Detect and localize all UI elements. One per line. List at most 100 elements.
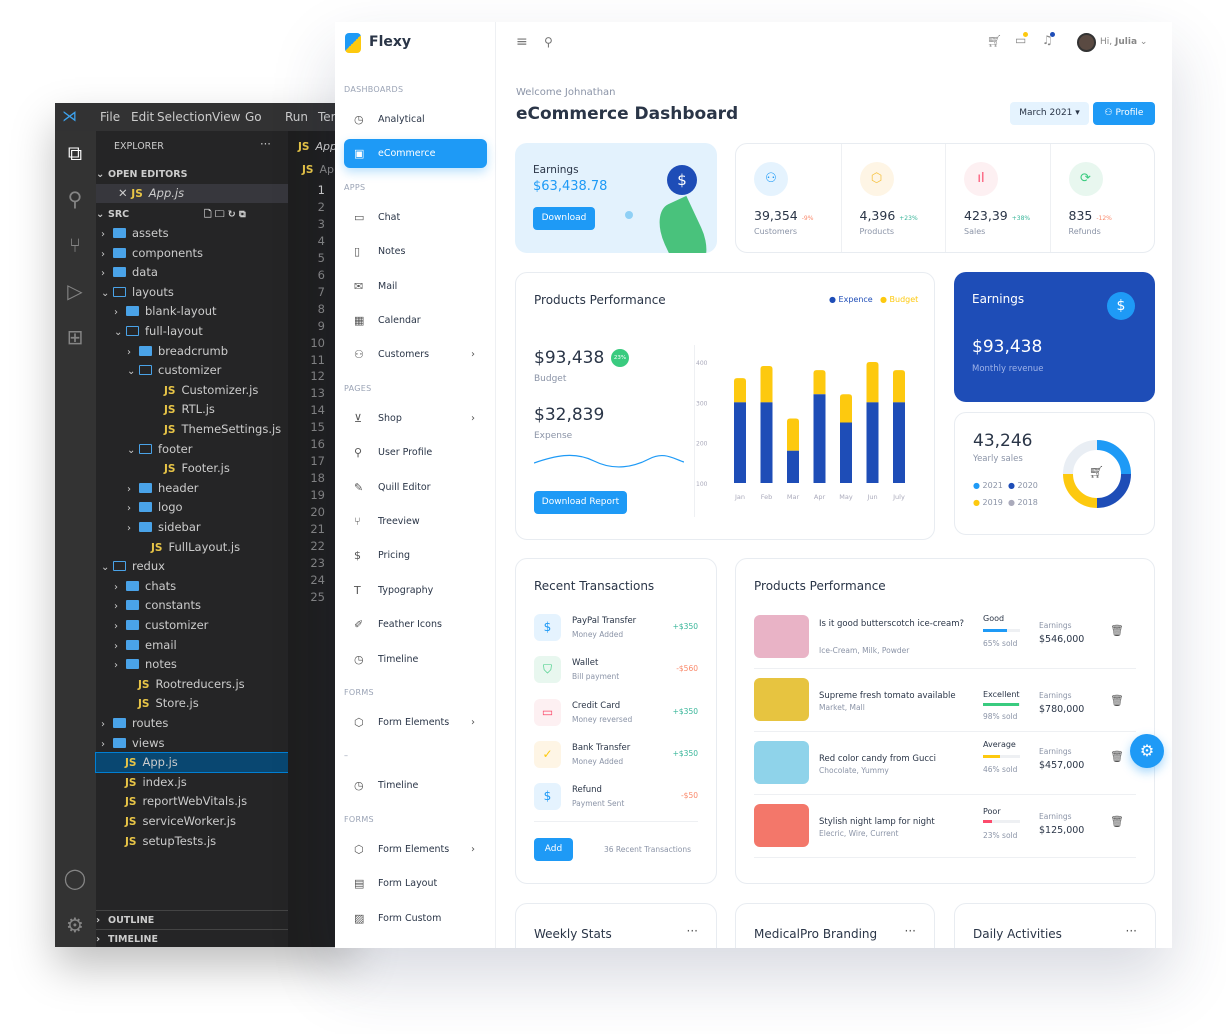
sidebar-item-quill-editor[interactable]: ✎ Quill Editor bbox=[344, 473, 487, 502]
transaction-item[interactable]: ✓ Bank Transfer Money Added +$350 bbox=[534, 740, 698, 771]
more-options-icon[interactable]: ··· bbox=[687, 924, 698, 938]
menu-toggle-icon[interactable]: ≡ bbox=[516, 34, 528, 50]
menu-file[interactable]: File bbox=[100, 110, 120, 124]
sidebar-item-timeline[interactable]: ◷ Timeline bbox=[344, 771, 487, 800]
tree-folder[interactable]: ⌄ layouts bbox=[96, 283, 288, 302]
avatar[interactable] bbox=[1077, 33, 1096, 52]
tree-folder[interactable]: ⌄ footer bbox=[96, 440, 288, 459]
sidebar-item-pricing[interactable]: $ Pricing bbox=[344, 541, 487, 570]
sidebar-item-form-elements[interactable]: ⬡ Form Elements › bbox=[344, 708, 487, 737]
search-icon[interactable]: ⚲ bbox=[63, 187, 87, 211]
sidebar-item-form-custom[interactable]: ▨ Form Custom bbox=[344, 904, 487, 933]
search-icon[interactable]: ⚲ bbox=[544, 35, 553, 49]
tree-folder[interactable]: ⌄ redux bbox=[96, 557, 288, 576]
add-button[interactable]: Add bbox=[534, 838, 573, 861]
tree-folder[interactable]: › logo bbox=[96, 498, 288, 517]
menu-selection[interactable]: Selection bbox=[157, 110, 212, 124]
delete-trash-icon[interactable]: 🗑︎ bbox=[1110, 694, 1124, 707]
month-select[interactable]: March 2021 ▾ bbox=[1010, 102, 1089, 125]
sidebar-item-chat[interactable]: ▭ Chat bbox=[344, 203, 487, 232]
sidebar-item-calendar[interactable]: ▦ Calendar bbox=[344, 306, 487, 335]
tree-file[interactable]: JS setupTests.js bbox=[96, 832, 288, 851]
cart-icon[interactable]: 🛒︎ bbox=[987, 34, 1002, 48]
tree-file[interactable]: JS Rootreducers.js bbox=[96, 675, 288, 694]
message-icon[interactable]: ▭ bbox=[1015, 32, 1028, 47]
tree-file[interactable]: JS FullLayout.js bbox=[96, 538, 288, 557]
tree-file[interactable]: JS serviceWorker.js bbox=[96, 812, 288, 831]
sidebar-item-timeline[interactable]: ◷ Timeline bbox=[344, 645, 487, 674]
open-editors-header[interactable]: ⌄ OPEN EDITORS bbox=[96, 165, 288, 184]
extensions-icon[interactable]: ⊞ bbox=[63, 325, 87, 349]
menu-edit[interactable]: Edit bbox=[131, 110, 154, 124]
more-options-icon[interactable]: ··· bbox=[1126, 924, 1137, 938]
tree-folder[interactable]: › assets bbox=[96, 224, 288, 243]
close-icon[interactable]: ✕ bbox=[118, 186, 131, 200]
download-button[interactable]: Download bbox=[533, 207, 595, 230]
tree-file[interactable]: JS index.js bbox=[96, 773, 288, 792]
tree-folder[interactable]: › customizer bbox=[96, 616, 288, 635]
sidebar-item-user-profile[interactable]: ⚲ User Profile bbox=[344, 438, 487, 467]
src-header[interactable]: ⌄ SRC 🗋 🗀 ↻ ⧉ bbox=[96, 205, 288, 224]
sidebar-item-ecommerce[interactable]: ▣ eCommerce bbox=[344, 139, 487, 169]
more-actions-icon[interactable]: ··· bbox=[260, 137, 271, 151]
tree-folder[interactable]: › data bbox=[96, 263, 288, 282]
sidebar-item-analytical[interactable]: ◷ Analytical bbox=[344, 105, 487, 134]
tree-folder[interactable]: › components bbox=[96, 244, 288, 263]
tree-file[interactable]: JS App.js bbox=[95, 752, 289, 774]
tree-file[interactable]: JS Footer.js bbox=[96, 459, 288, 478]
delete-trash-icon[interactable]: 🗑︎ bbox=[1110, 624, 1124, 637]
editor-tab[interactable]: JS App bbox=[298, 140, 337, 153]
menu-run[interactable]: Run bbox=[285, 110, 308, 124]
new-file-folder-refresh-collapse-icons[interactable]: 🗋 🗀 ↻ ⧉ bbox=[204, 205, 246, 224]
menu-view[interactable]: View bbox=[212, 110, 240, 124]
tree-folder[interactable]: › sidebar bbox=[96, 518, 288, 537]
delete-trash-icon[interactable]: 🗑︎ bbox=[1110, 750, 1124, 763]
menu-go[interactable]: Go bbox=[245, 110, 262, 124]
sidebar-item-feather-icons[interactable]: ✐ Feather Icons bbox=[344, 610, 487, 639]
tree-folder[interactable]: › breadcrumb bbox=[96, 342, 288, 361]
settings-gear-icon[interactable]: ⚙ bbox=[1130, 734, 1164, 768]
settings-gear-icon[interactable]: ⚙ bbox=[63, 913, 87, 937]
tree-folder[interactable]: › notes bbox=[96, 655, 288, 674]
sidebar-item-typography[interactable]: T Typography bbox=[344, 576, 487, 605]
debug-icon[interactable]: ▷ bbox=[63, 279, 87, 303]
timeline-section[interactable]: › TIMELINE bbox=[96, 929, 288, 948]
transaction-item[interactable]: ▭ Credit Card Money reversed +$350 bbox=[534, 698, 698, 729]
tree-folder[interactable]: ⌄ customizer bbox=[96, 361, 288, 380]
tree-folder[interactable]: › blank-layout bbox=[96, 302, 288, 321]
more-options-icon[interactable]: ··· bbox=[905, 924, 916, 938]
tree-file[interactable]: JS reportWebVitals.js bbox=[96, 792, 288, 811]
files-icon[interactable]: ⧉ bbox=[63, 141, 87, 165]
sidebar-item-notes[interactable]: ▯ Notes bbox=[344, 237, 487, 266]
sidebar-item-shop[interactable]: ⊻ Shop › bbox=[344, 404, 487, 433]
outline-section[interactable]: › OUTLINE bbox=[96, 910, 288, 929]
tree-folder[interactable]: › routes bbox=[96, 714, 288, 733]
transaction-item[interactable]: $ PayPal Transfer Money Added +$350 bbox=[534, 614, 698, 644]
open-editor-item[interactable]: ✕ JS App.js bbox=[96, 184, 288, 203]
tree-folder[interactable]: › constants bbox=[96, 596, 288, 615]
tree-file[interactable]: JS Store.js bbox=[96, 694, 288, 713]
menu-ter[interactable]: Ter bbox=[318, 110, 336, 124]
transaction-item[interactable]: ⛉ Wallet Bill payment -$560 bbox=[534, 656, 698, 686]
tree-folder[interactable]: › header bbox=[96, 479, 288, 498]
sidebar-item-form-elements[interactable]: ⬡ Form Elements › bbox=[344, 835, 487, 864]
profile-button[interactable]: ⚇ Profile bbox=[1093, 102, 1155, 125]
notification-bell-icon[interactable]: ♫ bbox=[1042, 32, 1055, 47]
user-menu[interactable]: Hi, Julia ⌄ bbox=[1100, 37, 1147, 47]
sidebar-item-mail[interactable]: ✉ Mail bbox=[344, 272, 487, 301]
tree-folder[interactable]: › chats bbox=[96, 577, 288, 596]
sidebar-item-form-layout[interactable]: ▤ Form Layout bbox=[344, 869, 487, 898]
tree-file[interactable]: JS ThemeSettings.js bbox=[96, 420, 288, 439]
tree-file[interactable]: JS RTL.js bbox=[96, 400, 288, 419]
source-control-icon[interactable]: ⑂ bbox=[63, 233, 87, 257]
download-report-button[interactable]: Download Report bbox=[534, 491, 627, 514]
transaction-item[interactable]: $ Refund Payment Sent -$50 bbox=[534, 783, 698, 813]
delete-trash-icon[interactable]: 🗑︎ bbox=[1110, 815, 1124, 828]
account-icon[interactable]: ◯ bbox=[63, 866, 87, 890]
sidebar-item-treeview[interactable]: ⑂ Treeview bbox=[344, 507, 487, 536]
sidebar-item-customers[interactable]: ⚇ Customers › bbox=[344, 340, 487, 369]
tree-folder[interactable]: › email bbox=[96, 636, 288, 655]
tree-folder[interactable]: ⌄ full-layout bbox=[96, 322, 288, 341]
tree-file[interactable]: JS Customizer.js bbox=[96, 381, 288, 400]
tree-folder[interactable]: › views bbox=[96, 734, 288, 753]
